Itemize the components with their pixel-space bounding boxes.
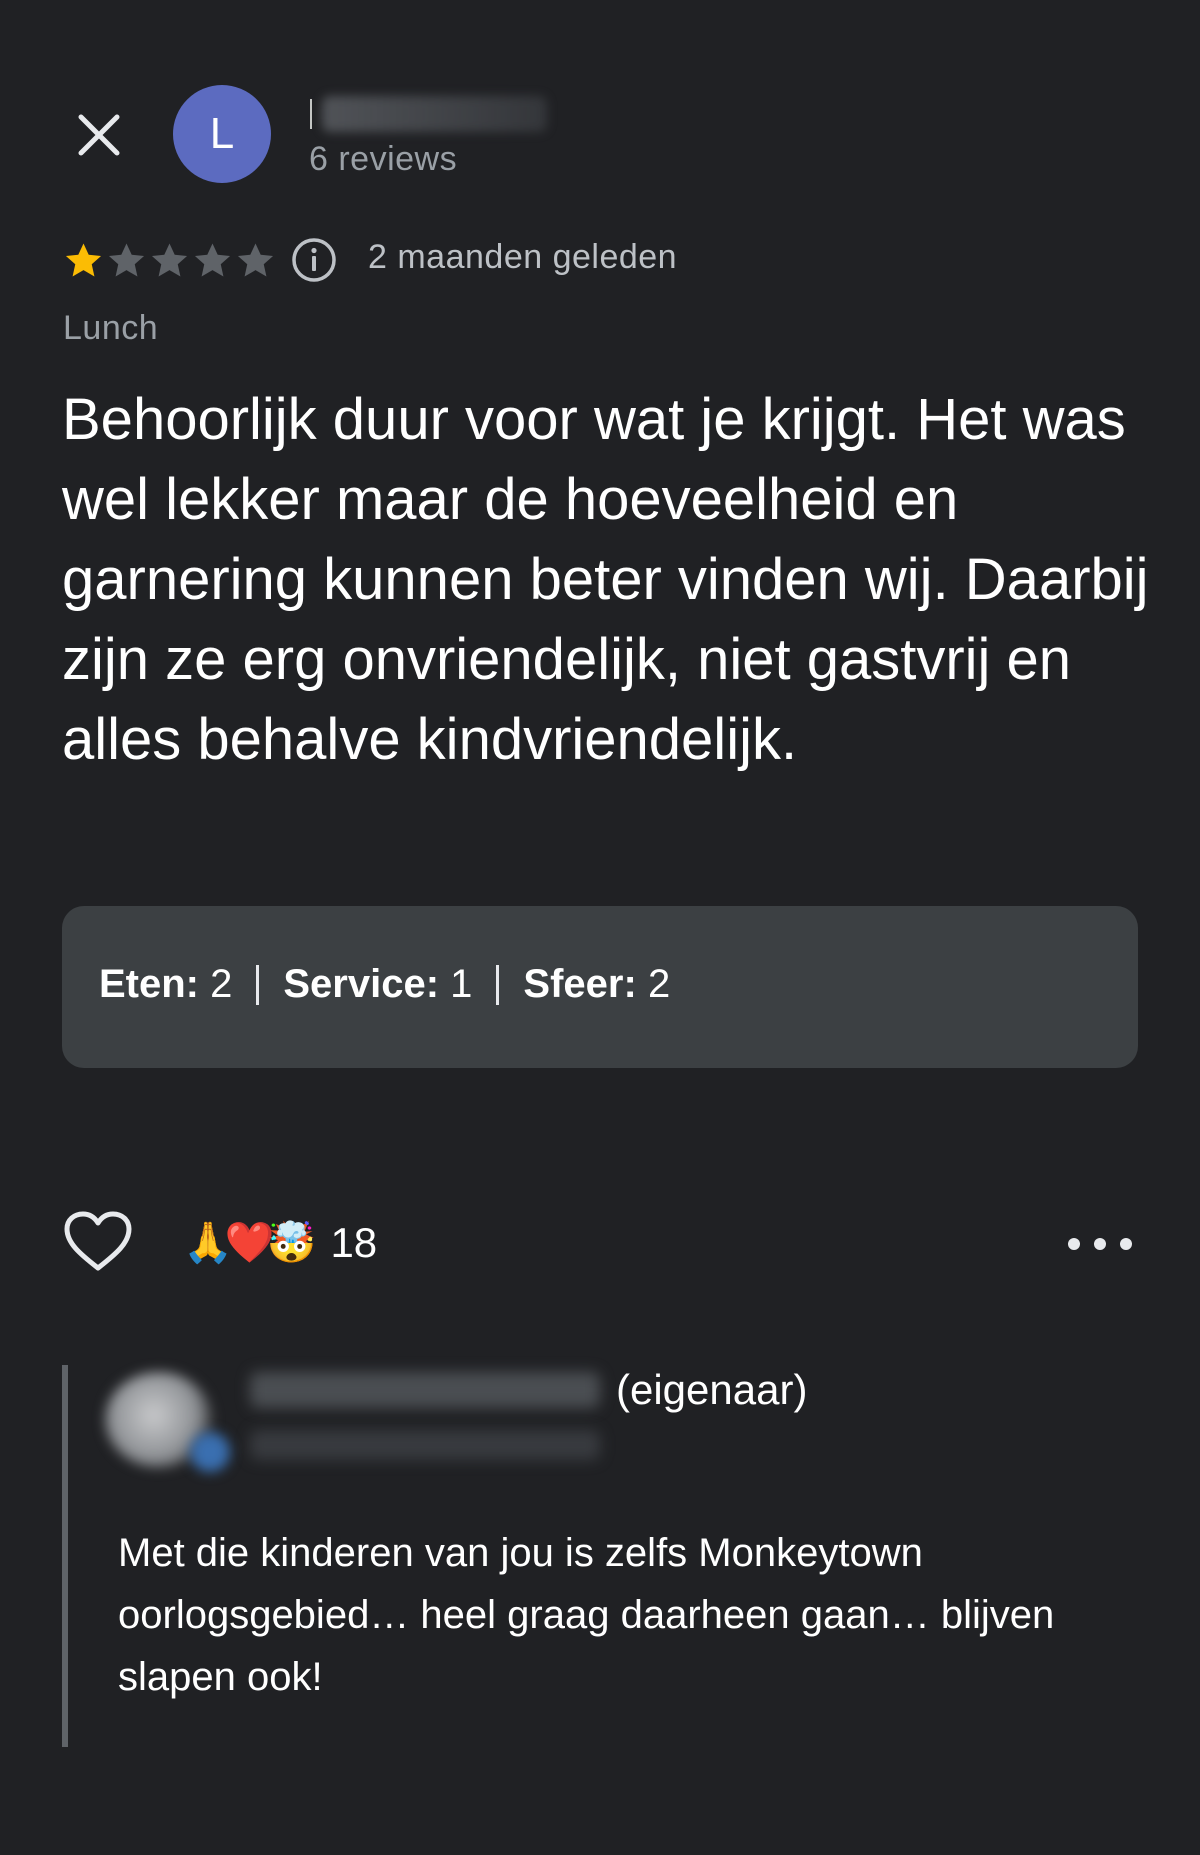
avatar[interactable]: L: [173, 85, 271, 183]
divider: [496, 964, 500, 1005]
subrating-value-food: 2: [210, 962, 233, 1006]
heart-outline-icon: [64, 1211, 132, 1271]
owner-reply-text: Met die kinderen van jou is zelfs Monkey…: [118, 1531, 1055, 1699]
reactions[interactable]: 🙏 ❤️ 🤯 18: [183, 1215, 377, 1271]
star-empty-icon: [151, 242, 188, 276]
more-dot-icon: [1120, 1238, 1132, 1250]
star-filled-icon: [65, 242, 102, 276]
meal-type: Lunch: [63, 309, 159, 347]
info-icon[interactable]: [290, 236, 338, 284]
avatar-initial: L: [209, 109, 235, 158]
name-blur: [322, 96, 547, 132]
owner-avatar-badge-redacted: [190, 1432, 230, 1472]
subrating-value-service: 1: [450, 962, 473, 1006]
reply-indent-line: [62, 1365, 68, 1747]
star-rating: [62, 238, 277, 282]
subratings-card: Eten: 2 Service: 1 Sfeer: 2: [62, 906, 1138, 1068]
mind-blown-emoji-icon: 🤯: [266, 1220, 317, 1266]
reaction-count: 18: [330, 1219, 378, 1266]
owner-name-redacted: [250, 1372, 600, 1408]
star-empty-icon: [194, 242, 231, 276]
subrating-label-service: Service:: [283, 962, 440, 1006]
divider: [256, 964, 260, 1005]
owner-subtitle-redacted: [250, 1430, 600, 1460]
name-cursor-bar: [310, 99, 312, 129]
subratings-row: Eten: 2 Service: 1 Sfeer: 2: [99, 962, 670, 1007]
star-empty-icon: [108, 242, 145, 276]
review-text: Behoorlijk duur voor wat je krijgt. Het …: [62, 387, 1149, 772]
review-count: 6 reviews: [309, 140, 458, 178]
star-empty-icon: [237, 242, 274, 276]
reviewer-name-redacted[interactable]: [310, 92, 560, 136]
owner-tag: (eigenaar): [616, 1366, 808, 1413]
more-dot-icon: [1068, 1238, 1080, 1250]
like-button[interactable]: [62, 1210, 134, 1274]
review-time: 2 maanden geleden: [368, 238, 678, 276]
more-options-button[interactable]: [1068, 1222, 1132, 1266]
more-dot-icon: [1094, 1238, 1106, 1250]
subrating-value-atmosphere: 2: [647, 962, 671, 1006]
close-button[interactable]: [60, 96, 138, 174]
close-icon: [78, 114, 120, 156]
subrating-label-atmosphere: Sfeer:: [523, 962, 637, 1006]
subrating-label-food: Eten:: [99, 962, 199, 1006]
